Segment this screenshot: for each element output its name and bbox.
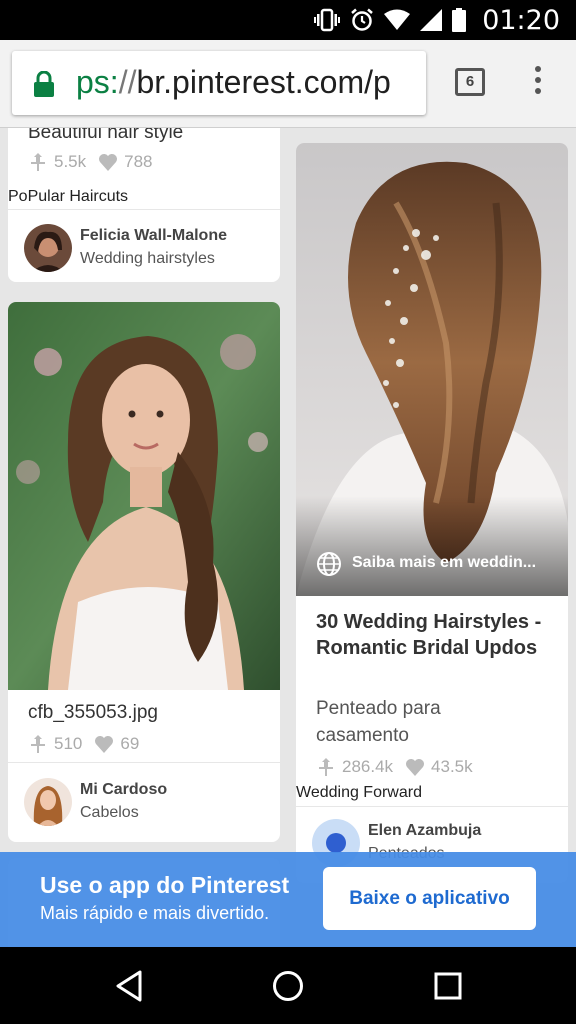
pin-description: Penteado para casamento — [316, 698, 441, 746]
repin-icon — [31, 735, 45, 753]
board-name: Wedding hairstyles — [80, 250, 215, 267]
visit-site-link[interactable]: Saiba mais em weddin... — [352, 554, 536, 572]
download-app-button[interactable]: Baixe o aplicativo — [323, 867, 536, 930]
repin-icon — [31, 153, 45, 171]
heart-icon — [406, 759, 425, 776]
url-bar[interactable]: ps://br.pinterest.com/p — [12, 51, 426, 115]
alarm-icon — [351, 8, 374, 31]
status-bar: 01:20 — [0, 0, 576, 40]
vibrate-icon — [314, 8, 341, 32]
repin-count: 5.5k — [54, 152, 87, 171]
heart-icon — [99, 154, 118, 171]
avatar[interactable] — [24, 224, 72, 272]
app-install-banner[interactable]: Use o app do Pinterest Mais rápido e mai… — [0, 852, 576, 947]
pin-grid[interactable]: Beautiful hair style 5.5k 788 PoPular Ha… — [0, 128, 576, 948]
system-nav-bar — [0, 947, 576, 1024]
pinner-name: Mi Cardoso — [80, 781, 168, 798]
like-count: 788 — [124, 152, 153, 171]
pinner-name: Felicia Wall-Malone — [80, 227, 227, 244]
home-icon[interactable] — [271, 969, 305, 1003]
pin-source[interactable]: PoPular Haircuts — [8, 188, 128, 206]
banner-title: Use o app do Pinterest — [40, 872, 290, 898]
pin-image[interactable] — [8, 302, 280, 690]
like-count: 69 — [120, 734, 140, 753]
pin-title: 30 Wedding Hairstyles - Romantic Bridal … — [316, 611, 542, 659]
browser-toolbar: ps://br.pinterest.com/p 6 — [0, 40, 576, 128]
pinner-name: Elen Azambuja — [368, 822, 482, 839]
pin-card[interactable]: Beautiful hair style 5.5k 788 PoPular Ha… — [8, 128, 280, 282]
recents-icon[interactable] — [431, 969, 465, 1003]
repin-count: 510 — [54, 734, 83, 753]
pin-source[interactable]: Wedding Forward — [296, 784, 422, 802]
heart-icon — [95, 736, 114, 753]
back-icon[interactable] — [112, 969, 146, 1003]
battery-icon — [452, 8, 467, 32]
lock-icon — [34, 71, 54, 97]
banner-subtitle: Mais rápido e mais divertido. — [40, 903, 270, 923]
tab-switcher-button[interactable]: 6 — [455, 68, 485, 96]
pin-card[interactable]: cfb_355053.jpg 510 69 Mi Cardoso Cabelos — [8, 302, 280, 842]
pin-title: Beautiful hair style — [28, 128, 184, 143]
pinner-info[interactable]: Mi Cardoso Cabelos — [24, 778, 167, 826]
wifi-icon — [384, 9, 411, 30]
pin-image[interactable]: Saiba mais em weddin... — [296, 143, 568, 596]
pin-card[interactable]: Saiba mais em weddin... 30 Wedding Hairs… — [296, 143, 568, 883]
repin-count: 286.4k — [342, 757, 394, 776]
avatar[interactable] — [24, 778, 72, 826]
url-text[interactable]: ps://br.pinterest.com/p — [76, 64, 391, 101]
globe-icon — [317, 552, 341, 576]
clock: 01:20 — [482, 4, 560, 36]
pin-title: cfb_355053.jpg — [28, 702, 158, 723]
board-name: Cabelos — [80, 804, 139, 821]
like-count: 43.5k — [431, 757, 473, 776]
overflow-menu-icon[interactable] — [528, 66, 548, 102]
repin-icon — [319, 758, 333, 776]
pinner-info[interactable]: Felicia Wall-Malone Wedding hairstyles — [24, 224, 227, 272]
signal-icon — [420, 9, 443, 31]
